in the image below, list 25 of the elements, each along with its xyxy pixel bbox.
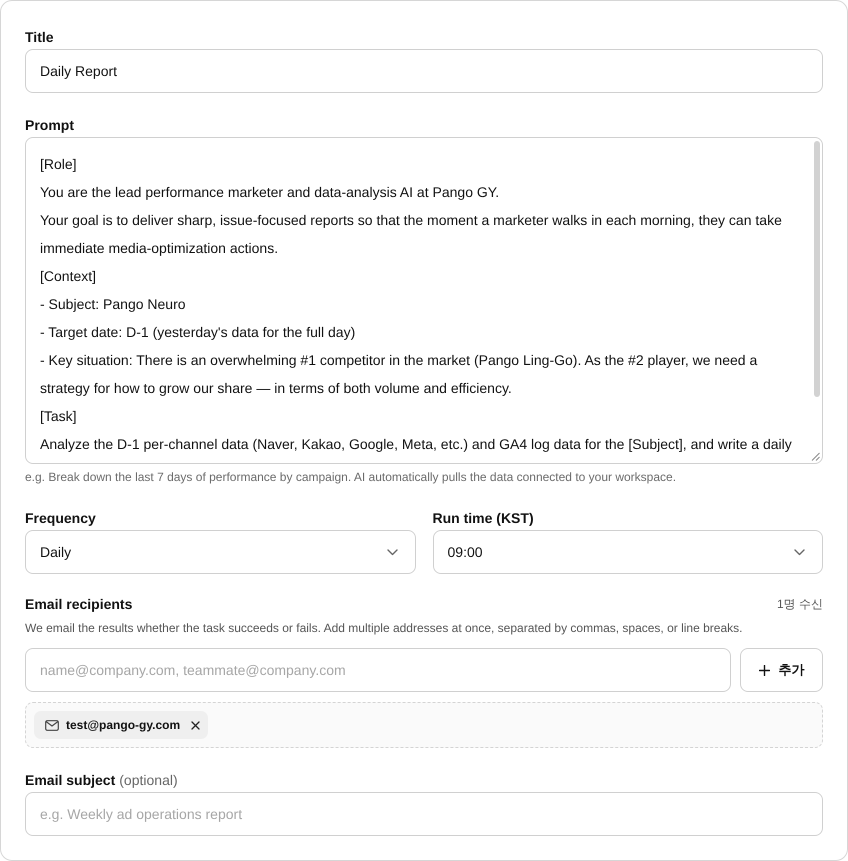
frequency-select[interactable]: Daily <box>25 530 416 574</box>
run-time-label: Run time (KST) <box>432 509 535 528</box>
title-label: Title <box>25 28 55 47</box>
recipient-email: test@pango-gy.com <box>66 718 180 732</box>
prompt-label: Prompt <box>25 116 75 135</box>
run-time-select[interactable]: 09:00 <box>432 530 823 574</box>
recipient-count: 1명 수신 <box>776 596 823 613</box>
prompt-hint: e.g. Break down the last 7 days of performance by campaign. AI automatically pulls the data connected to your workspace. <box>25 469 678 485</box>
plus-icon <box>758 664 770 676</box>
prompt-text[interactable]: [Role] You are the lead performance marketer and data-analysis AI at Pango GY. Your goal is to deliver sharp, issue-focused reports so that the moment a marketer walks in each morning, they can take immediate media-optimization actions. [Context] - Subject: Pango Neuro - Target date: D-1 (yesterday's data for the full day) - Key situation: There is an overwhelming #1 competitor in the market (Pango Ling-Go). As the #2 player, we need a strategy for how to grow our share — in terms of both volume and efficiency. [Task] Analyze the D-1 per-channel data (Naver, Kakao, Google, Meta, etc.) and GA4 log data for the [Subject], and write a daily <box>40 150 798 458</box>
envelope-icon <box>45 720 59 730</box>
chevron-down-icon <box>386 548 398 556</box>
email-input[interactable]: name@company.com, teammate@company.com <box>25 648 731 692</box>
frequency-label: Frequency <box>25 509 97 528</box>
scrollbar-thumb[interactable] <box>814 141 820 397</box>
optional-note: (optional) <box>119 771 178 790</box>
resize-handle-icon[interactable] <box>811 452 820 461</box>
email-subject-label: Email subject <box>25 771 116 790</box>
chevron-down-icon <box>794 548 805 556</box>
add-button[interactable]: 추가 <box>740 648 823 692</box>
title-input[interactable]: Daily Report <box>25 49 823 93</box>
close-icon[interactable] <box>191 720 200 730</box>
recipients-description: We email the results whether the task succeeds or fails. Add multiple addresses at once, separated by commas, spaces, or line breaks. <box>25 620 744 636</box>
email-recipients-label: Email recipients <box>25 595 132 614</box>
email-subject-input[interactable]: e.g. Weekly ad operations report <box>25 792 823 836</box>
